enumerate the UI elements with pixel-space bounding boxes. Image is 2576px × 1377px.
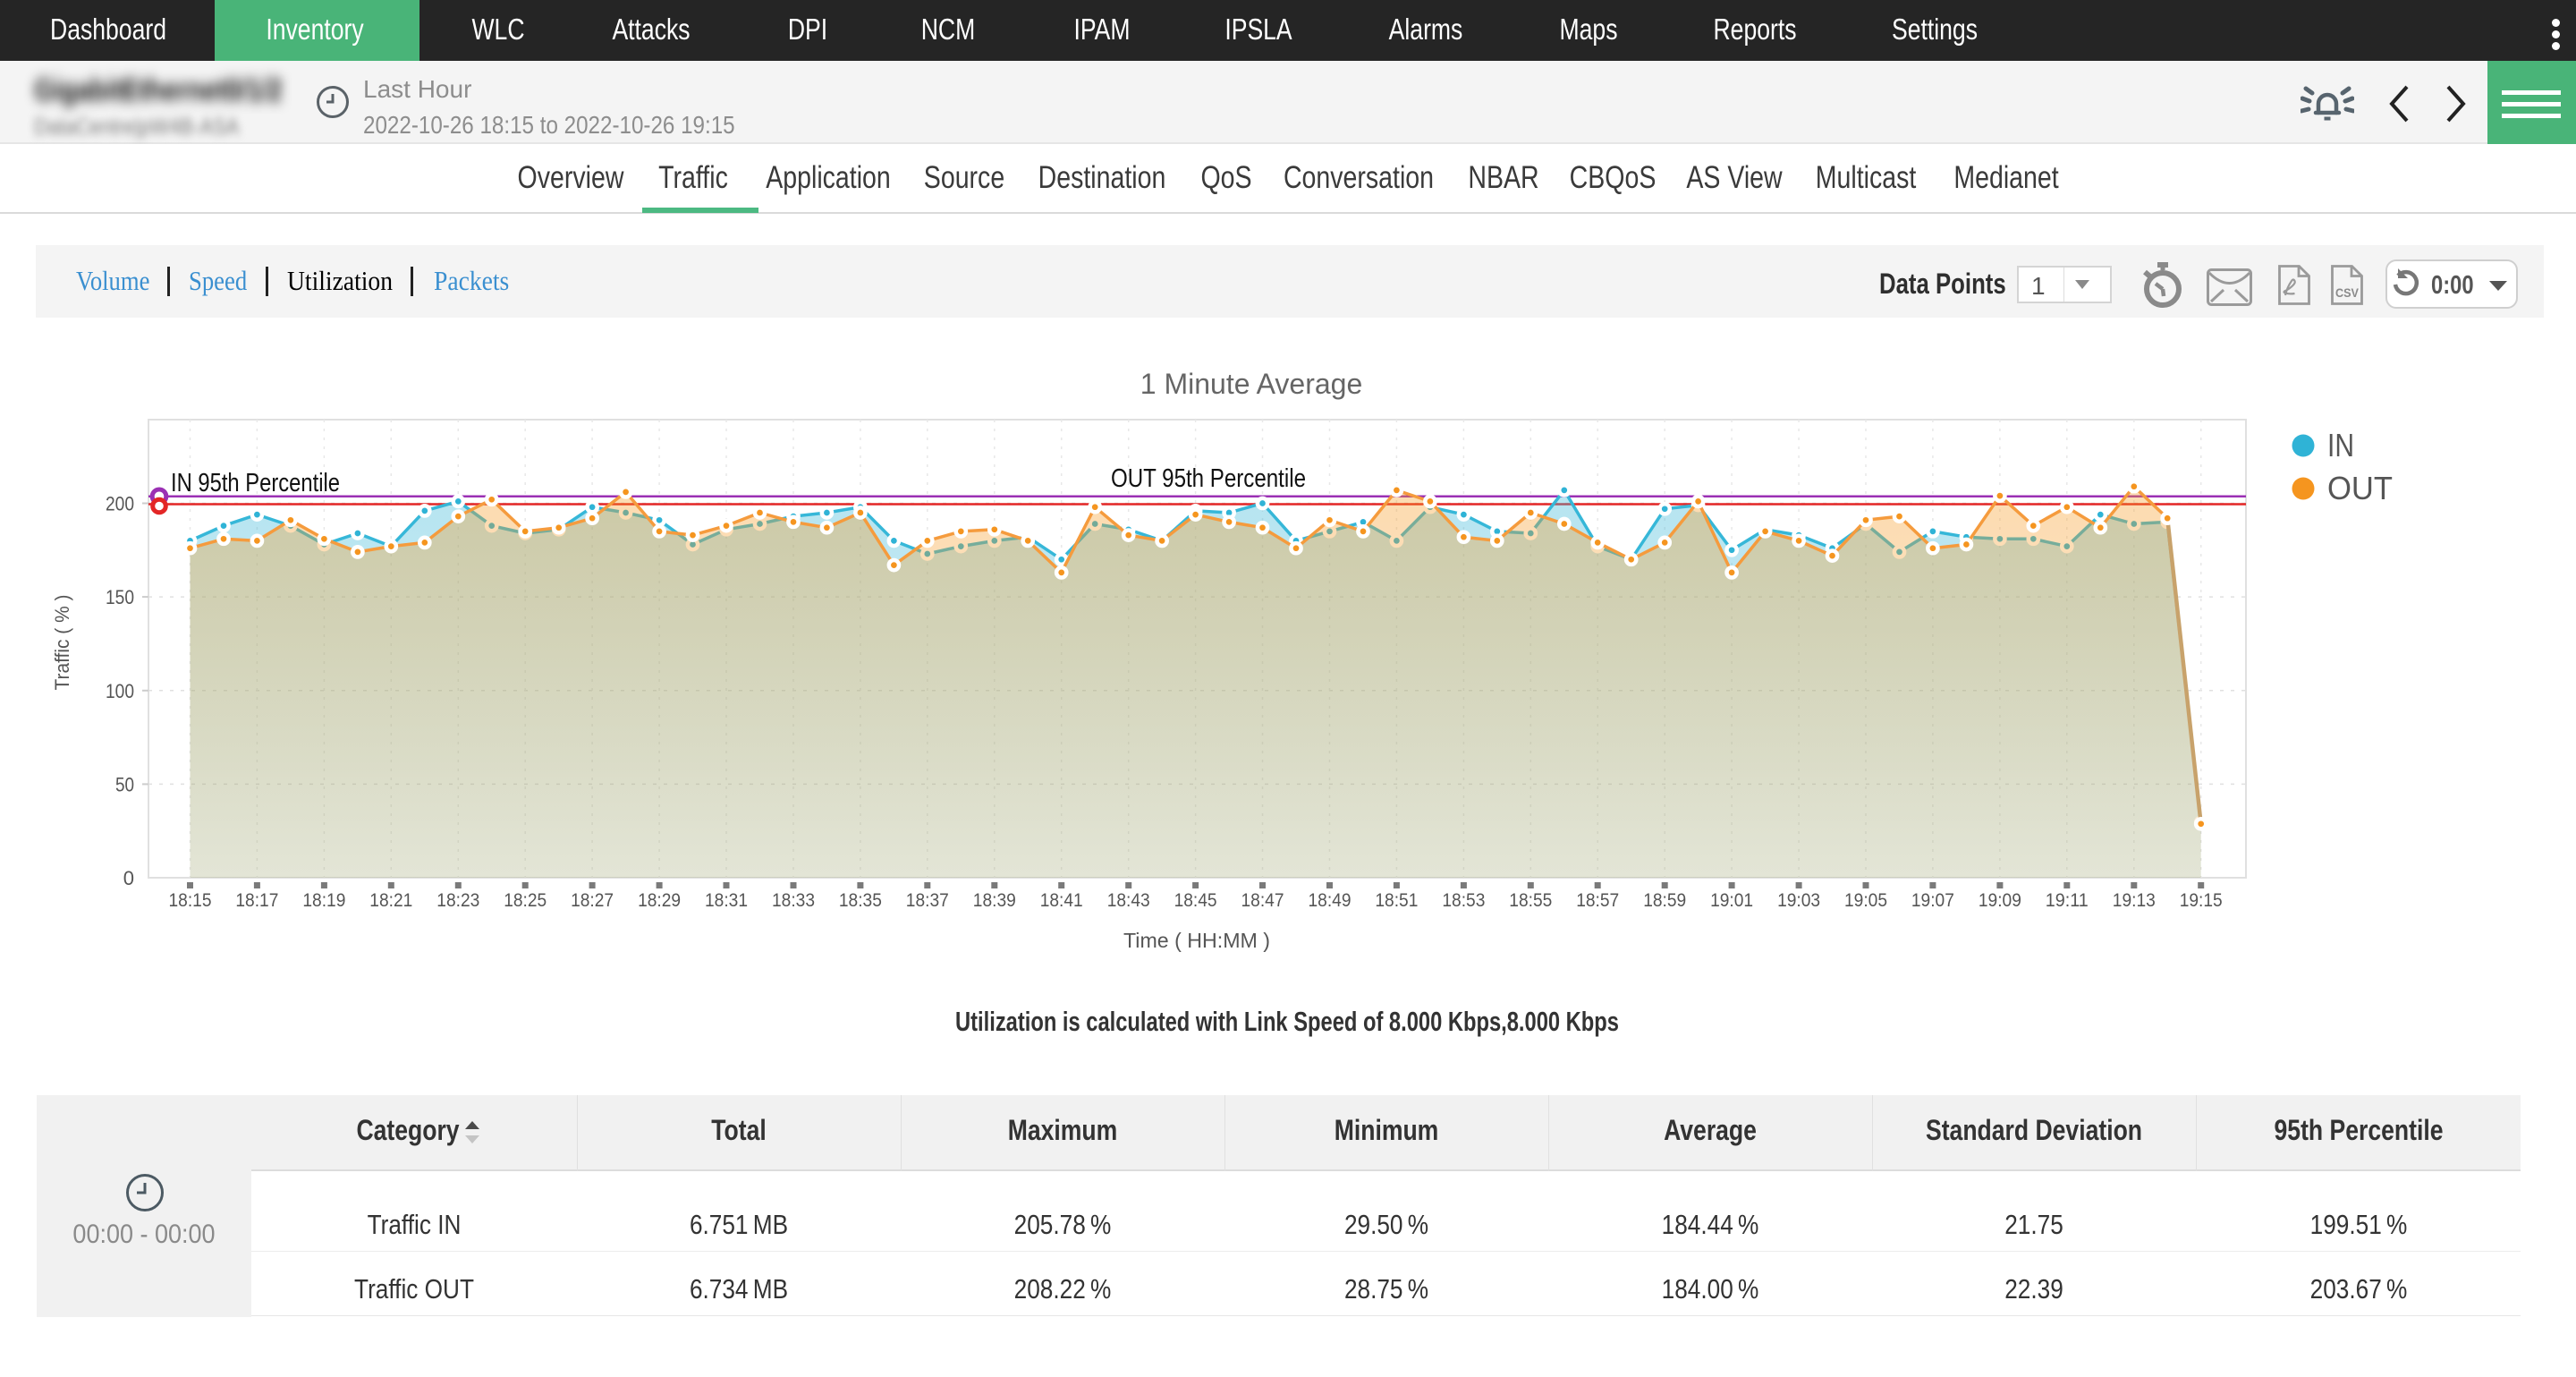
svg-text:OUT: OUT	[2327, 470, 2393, 506]
svg-text:0: 0	[123, 867, 134, 889]
svg-text:19:03: 19:03	[1777, 890, 1820, 911]
svg-text:100: 100	[106, 680, 134, 702]
svg-text:18:15: 18:15	[169, 890, 212, 911]
svg-text:18:31: 18:31	[705, 890, 748, 911]
svg-text:150: 150	[106, 586, 134, 608]
svg-text:18:39: 18:39	[973, 890, 1016, 911]
svg-text:18:45: 18:45	[1174, 890, 1217, 911]
svg-text:19:09: 19:09	[1979, 890, 2021, 911]
svg-text:18:33: 18:33	[772, 890, 815, 911]
svg-text:IN: IN	[2327, 427, 2354, 463]
svg-text:18:17: 18:17	[235, 890, 278, 911]
svg-text:18:51: 18:51	[1375, 890, 1418, 911]
svg-text:OUT 95th Percentile: OUT 95th Percentile	[1111, 464, 1306, 493]
svg-text:19:13: 19:13	[2113, 890, 2156, 911]
svg-text:18:47: 18:47	[1241, 890, 1284, 911]
svg-text:18:55: 18:55	[1509, 890, 1552, 911]
svg-text:Traffic ( % ): Traffic ( % )	[51, 595, 73, 691]
svg-text:18:41: 18:41	[1040, 890, 1083, 911]
svg-text:18:27: 18:27	[571, 890, 614, 911]
svg-text:Time ( HH:MM ): Time ( HH:MM )	[1123, 929, 1270, 952]
svg-text:50: 50	[115, 773, 134, 795]
svg-text:18:57: 18:57	[1576, 890, 1619, 911]
svg-text:IN 95th Percentile: IN 95th Percentile	[171, 469, 340, 497]
svg-text:18:59: 18:59	[1643, 890, 1686, 911]
svg-text:18:43: 18:43	[1107, 890, 1150, 911]
svg-text:19:11: 19:11	[2046, 890, 2089, 911]
svg-text:18:53: 18:53	[1442, 890, 1485, 911]
svg-text:1 Minute Average: 1 Minute Average	[1140, 368, 1362, 400]
svg-text:18:21: 18:21	[369, 890, 412, 911]
svg-text:18:35: 18:35	[839, 890, 882, 911]
svg-text:19:15: 19:15	[2180, 890, 2223, 911]
svg-text:19:01: 19:01	[1710, 890, 1753, 911]
svg-text:18:37: 18:37	[906, 890, 949, 911]
svg-text:18:19: 18:19	[302, 890, 345, 911]
svg-text:18:29: 18:29	[638, 890, 681, 911]
svg-text:CSV: CSV	[2335, 285, 2360, 300]
svg-text:18:49: 18:49	[1309, 890, 1352, 911]
svg-text:18:23: 18:23	[436, 890, 479, 911]
svg-text:18:25: 18:25	[504, 890, 547, 911]
svg-text:19:07: 19:07	[1911, 890, 1954, 911]
svg-text:19:05: 19:05	[1844, 890, 1887, 911]
svg-text:200: 200	[106, 493, 134, 515]
